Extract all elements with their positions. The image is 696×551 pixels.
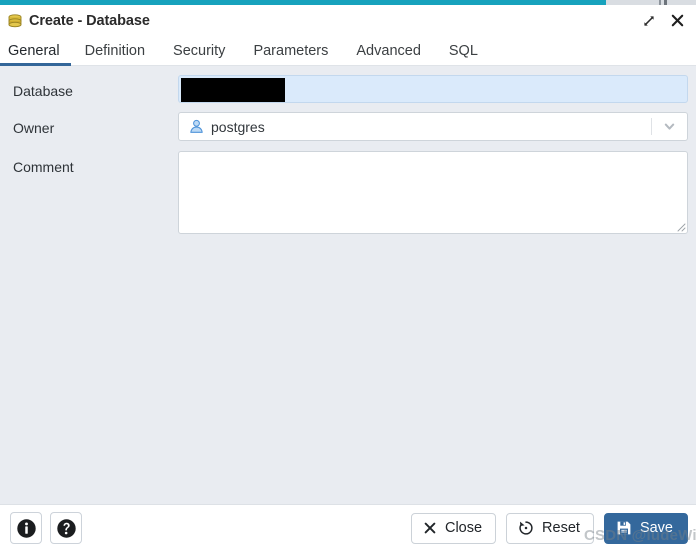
tab-bar: General Definition Security Parameters A… — [0, 36, 696, 66]
info-circle-icon — [16, 518, 37, 539]
chevron-down-icon — [663, 120, 676, 133]
tab-definition[interactable]: Definition — [71, 42, 159, 66]
tab-general-label: General — [8, 42, 60, 59]
info-button[interactable] — [10, 512, 42, 544]
question-circle-icon — [56, 518, 77, 539]
owner-field-wrap: postgres — [178, 112, 688, 141]
create-database-dialog: Create - Database General Definition Sec… — [0, 0, 696, 551]
dialog-footer: Close Reset Save — [0, 504, 696, 551]
database-label: Database — [13, 83, 73, 99]
tab-general[interactable]: General — [0, 42, 71, 66]
expand-arrows-icon[interactable] — [638, 10, 660, 32]
tab-parameters[interactable]: Parameters — [239, 42, 342, 66]
window-title: Create - Database — [29, 12, 150, 29]
save-button-label: Save — [639, 520, 673, 536]
owner-select-caret-wrap[interactable] — [651, 113, 687, 140]
tab-sql[interactable]: SQL — [435, 42, 492, 66]
reset-circle-arrow-icon — [518, 520, 534, 536]
title-bar-left: Create - Database — [7, 13, 150, 29]
help-button[interactable] — [50, 512, 82, 544]
close-icon[interactable] — [666, 10, 688, 32]
tab-advanced[interactable]: Advanced — [342, 42, 435, 66]
database-field-wrap — [178, 75, 688, 103]
general-tab-panel: Database Owner postgres Comment — [0, 66, 696, 504]
user-icon — [189, 119, 204, 134]
close-button[interactable]: Close — [410, 512, 497, 544]
title-bar: Create - Database — [0, 5, 696, 36]
field-row-owner: Owner postgres — [0, 103, 696, 141]
comment-field-wrap — [178, 151, 688, 234]
redaction-box — [181, 78, 285, 102]
tab-advanced-label: Advanced — [356, 42, 421, 59]
comment-textarea[interactable] — [178, 151, 688, 234]
save-floppy-icon — [616, 520, 632, 536]
footer-left-group — [10, 512, 82, 544]
owner-label: Owner — [13, 120, 55, 136]
comment-label: Comment — [13, 159, 74, 175]
database-icon — [7, 13, 23, 29]
database-input[interactable] — [178, 75, 688, 103]
owner-select[interactable]: postgres — [178, 112, 688, 141]
footer-right-group: Close Reset Save — [410, 512, 688, 544]
reset-button-label: Reset — [542, 520, 580, 536]
tab-parameters-label: Parameters — [253, 42, 329, 59]
field-row-database: Database — [0, 66, 696, 103]
tab-security-label: Security — [173, 42, 226, 59]
tab-sql-label: SQL — [448, 42, 478, 59]
tab-definition-label: Definition — [84, 42, 146, 59]
tab-security[interactable]: Security — [159, 42, 239, 66]
save-button[interactable]: Save — [603, 512, 688, 544]
field-row-comment: Comment — [0, 141, 696, 234]
reset-button[interactable]: Reset — [506, 512, 594, 544]
owner-value: postgres — [211, 118, 265, 135]
close-button-label: Close — [444, 520, 483, 536]
close-x-icon — [423, 521, 437, 535]
